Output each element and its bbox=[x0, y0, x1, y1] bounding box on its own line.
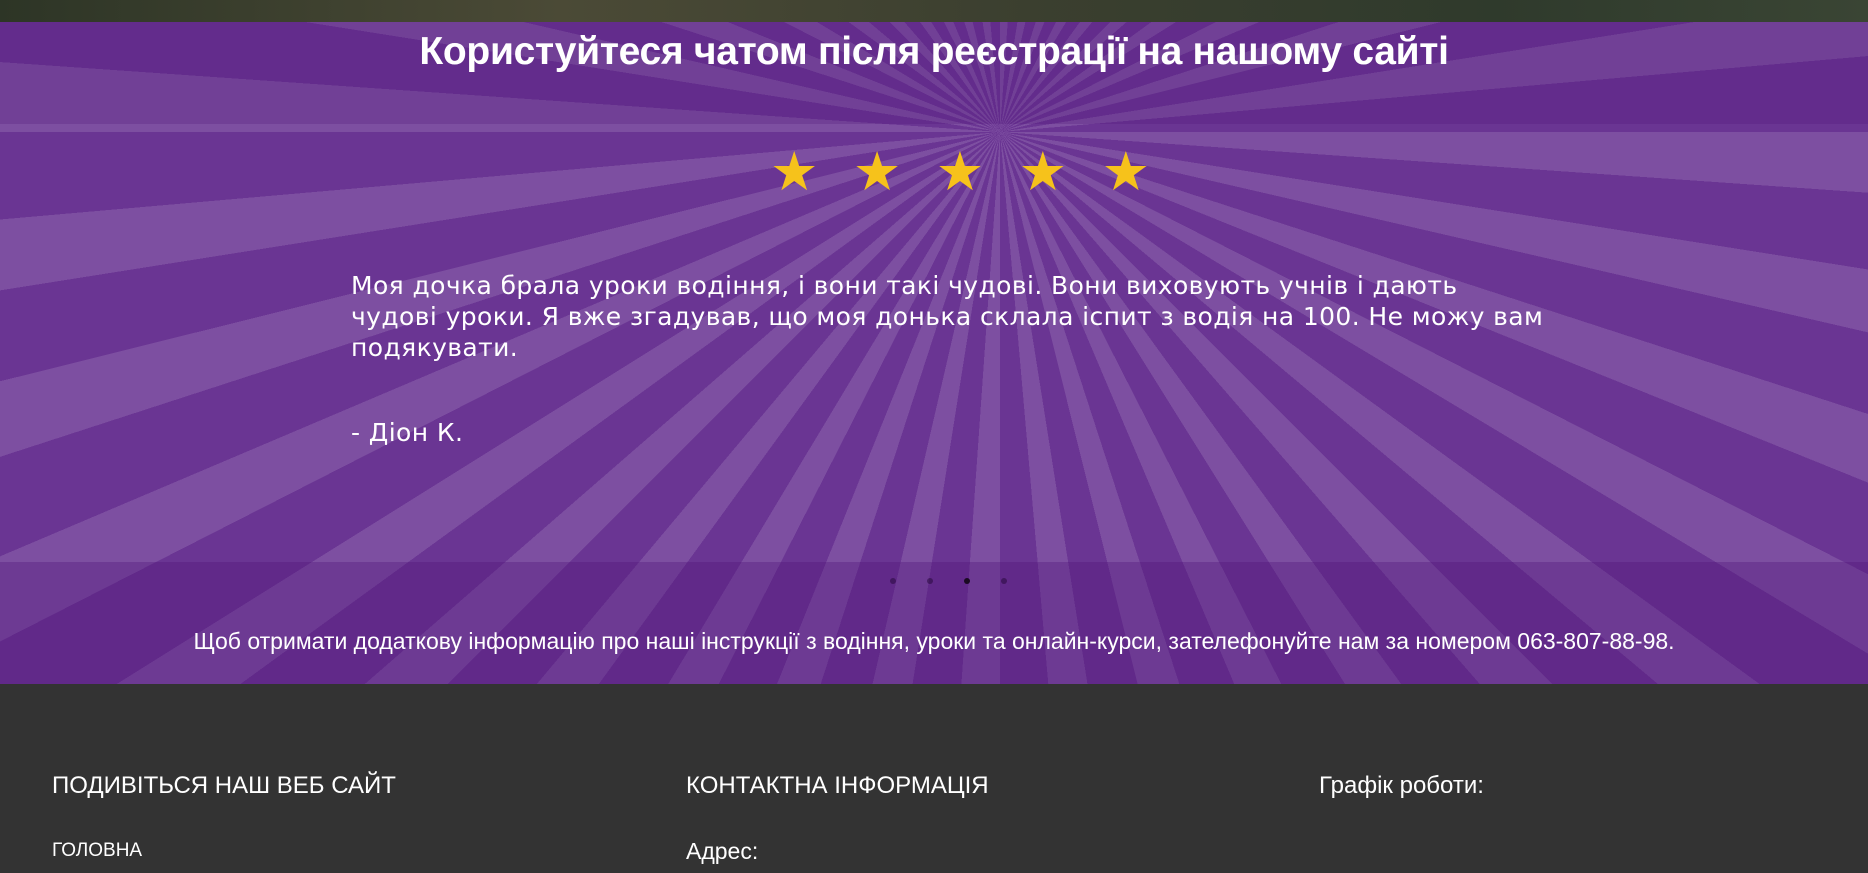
carousel-dot-2[interactable] bbox=[927, 578, 933, 584]
star-icon: ★ bbox=[935, 140, 985, 203]
carousel-dot-3[interactable] bbox=[964, 578, 970, 584]
star-icon: ★ bbox=[852, 140, 902, 203]
site-footer: ПОДИВІТЬСЯ НАШ ВЕБ САЙТ ГОЛОВНА КОНТАКТН… bbox=[0, 684, 1868, 873]
star-icon: ★ bbox=[1018, 140, 1068, 203]
footer-link-home[interactable]: ГОЛОВНА bbox=[52, 840, 142, 861]
testimonial-section: Користуйтеся чатом після реєстрації на н… bbox=[0, 22, 1868, 684]
star-icon: ★ bbox=[770, 140, 819, 203]
hero-image-strip bbox=[0, 0, 1868, 22]
testimonial-quote: Моя дочка брала уроки водіння, і вони та… bbox=[351, 271, 1544, 362]
footer-sitemap-heading: ПОДИВІТЬСЯ НАШ ВЕБ САЙТ bbox=[52, 772, 396, 799]
contact-info-text: Щоб отримати додаткову інформацію про на… bbox=[193, 628, 1675, 654]
footer-sitemap-column: ПОДИВІТЬСЯ НАШ ВЕБ САЙТ ГОЛОВНА bbox=[52, 772, 396, 862]
footer-hours-column: Графік роботи: bbox=[1319, 772, 1484, 800]
footer-contact-column: КОНТАКТНА ІНФОРМАЦІЯ Адрес: bbox=[686, 772, 989, 865]
footer-address-label: Адрес: bbox=[686, 838, 759, 864]
rating-stars: ★ ★ ★ ★ ★ bbox=[770, 142, 1150, 202]
testimonial-author: - Діон К. bbox=[351, 418, 464, 447]
footer-contact-heading: КОНТАКТНА ІНФОРМАЦІЯ bbox=[686, 772, 989, 799]
carousel-dot-1[interactable] bbox=[890, 578, 896, 584]
banner-title: Користуйтеся чатом після реєстрації на н… bbox=[419, 30, 1449, 73]
carousel-dot-4[interactable] bbox=[1001, 578, 1007, 584]
carousel-dots bbox=[890, 578, 1007, 584]
footer-hours-heading: Графік роботи: bbox=[1319, 772, 1484, 799]
star-icon: ★ bbox=[1101, 140, 1150, 203]
